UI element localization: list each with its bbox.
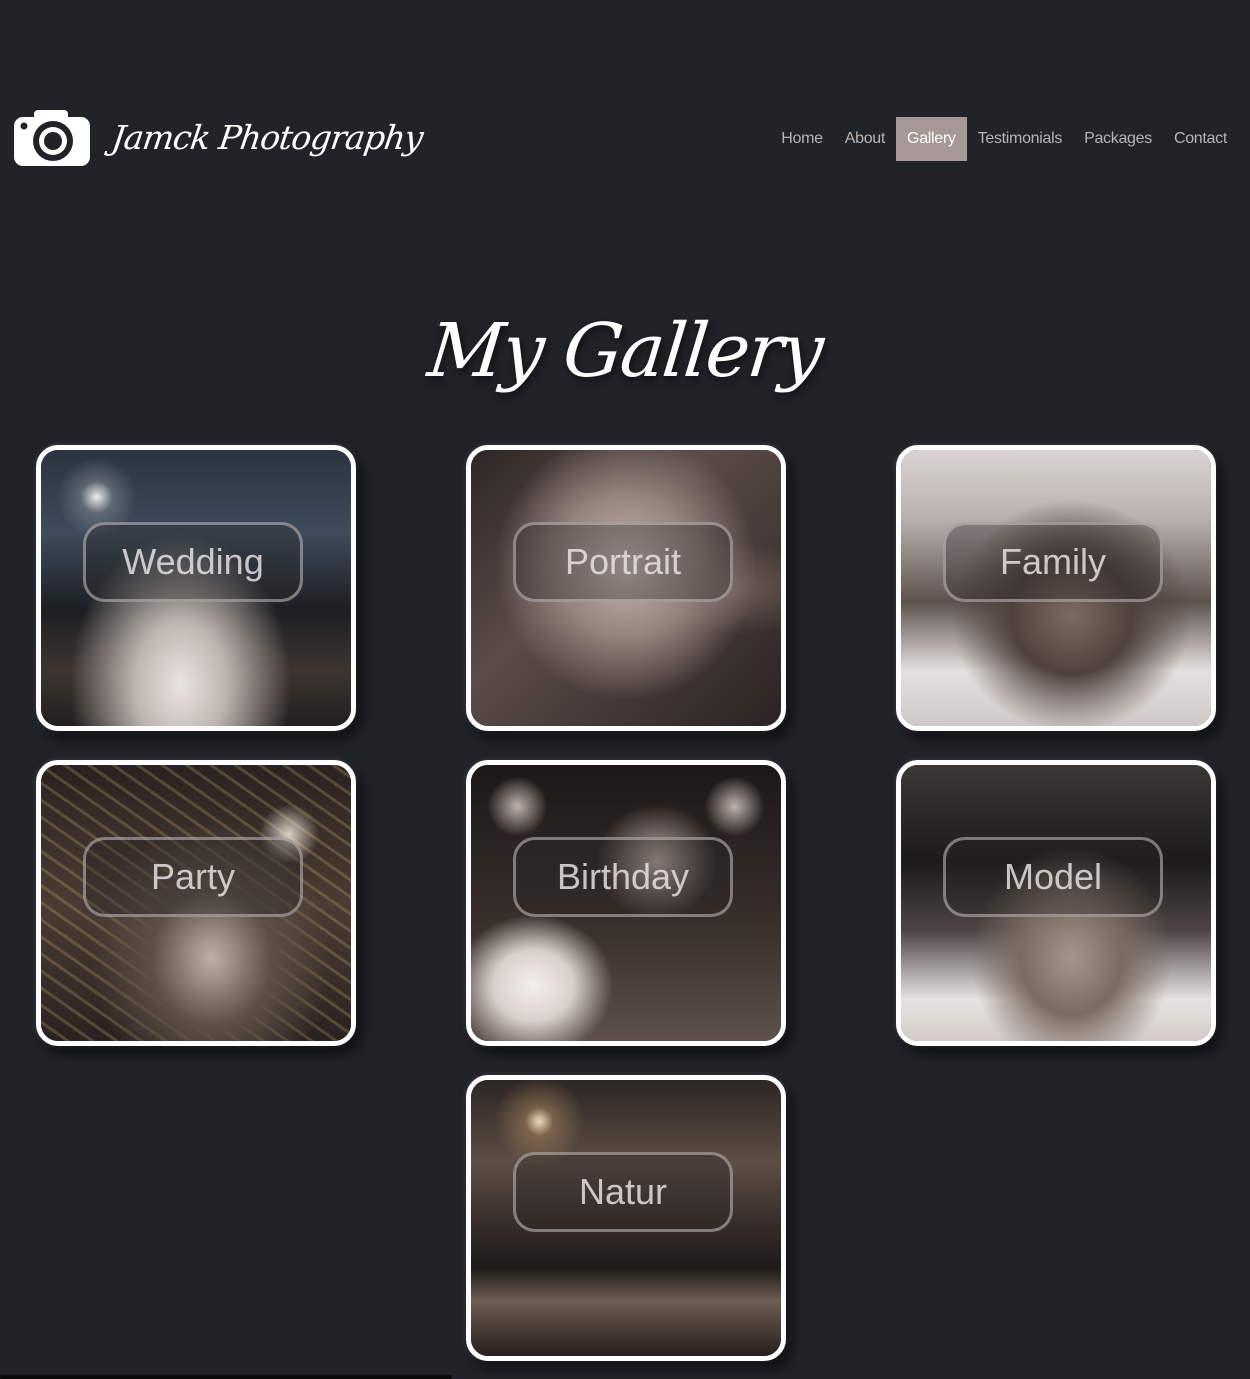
nav-testimonials[interactable]: Testimonials <box>967 117 1073 161</box>
card-label-party: Party <box>83 837 303 917</box>
gallery-card-portrait[interactable]: Portrait <box>466 445 786 731</box>
card-label-portrait: Portrait <box>513 522 733 602</box>
card-label-wedding: Wedding <box>83 522 303 602</box>
card-label-family: Family <box>943 522 1163 602</box>
brand-name: Jamck Photography <box>109 117 425 157</box>
gallery-card-natur[interactable]: Natur <box>466 1075 786 1361</box>
gallery-card-model[interactable]: Model <box>896 760 1216 1046</box>
nav-about[interactable]: About <box>834 117 896 161</box>
nav-home[interactable]: Home <box>770 117 833 161</box>
scrollbar[interactable] <box>0 1375 452 1379</box>
gallery-card-party[interactable]: Party <box>36 760 356 1046</box>
gallery-card-wedding[interactable]: Wedding <box>36 445 356 731</box>
gallery-card-family[interactable]: Family <box>896 445 1216 731</box>
card-label-natur: Natur <box>513 1152 733 1232</box>
card-label-birthday: Birthday <box>513 837 733 917</box>
gallery-card-birthday[interactable]: Birthday <box>466 760 786 1046</box>
main-nav: Home About Gallery Testimonials Packages… <box>770 117 1238 161</box>
camera-icon <box>14 110 90 166</box>
site-header: Jamck Photography Home About Gallery Tes… <box>0 0 1250 240</box>
nav-gallery[interactable]: Gallery <box>896 117 967 161</box>
nav-packages[interactable]: Packages <box>1073 117 1163 161</box>
page-title: My Gallery <box>424 308 826 394</box>
card-label-model: Model <box>943 837 1163 917</box>
site-logo[interactable]: Jamck Photography <box>14 108 425 166</box>
nav-contact[interactable]: Contact <box>1163 117 1238 161</box>
